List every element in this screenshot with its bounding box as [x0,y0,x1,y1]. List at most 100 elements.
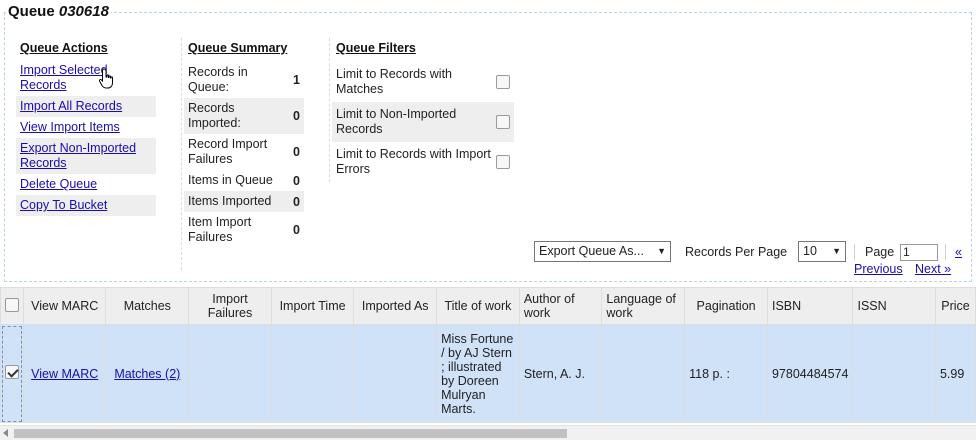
summary-row: Records in Queue: 1 [184,62,304,98]
column-header[interactable]: Author of work [518,287,603,325]
summary-label: Record Import Failures [188,137,268,166]
pagination-cell: 118 p. : [684,324,768,423]
column-header[interactable]: Import Failures [188,287,272,325]
queue-actions-heading: Queue Actions [20,41,108,55]
author-cell: Stern, A. J. [518,324,603,423]
summary-label: Records in Queue: [188,65,248,94]
title-cell: Miss Fortune / by AJ Stern ; illustrated… [436,324,520,423]
chevron-down-icon: ▼ [657,246,666,256]
records-per-page-label: Records Per Page [685,245,788,259]
page-input[interactable]: 1 [900,244,938,261]
summary-row: Items Imported 0 [184,191,304,212]
summary-label: Item Import Failures [188,215,252,244]
queue-title-prefix: Queue [8,3,55,20]
row-select-checkbox[interactable] [4,365,19,379]
summary-value: 0 [293,223,300,237]
summary-label: Items in Queue [188,173,273,187]
select-all-header [0,287,24,325]
column-header[interactable]: Matches [105,287,190,325]
queue-title-id: 030618 [58,3,109,20]
column-header[interactable]: ISSN [852,287,936,325]
filter-label: Limit to Records with Import Errors [336,147,491,176]
page-label: Page [865,245,895,259]
matches-cell: Matches (2) [105,324,190,423]
previous-page-link[interactable]: Previous [854,262,903,276]
column-header[interactable]: Imported As [353,287,438,325]
column-divider [181,38,182,270]
filter-row: Limit to Records with Import Errors [332,142,514,182]
records-table: View MARC Matches Import Failures Import… [0,287,976,423]
column-header[interactable]: View MARC [22,287,107,325]
price-cell: 5.99 [934,324,976,423]
records-per-page-select[interactable]: 10 ▼ [798,241,846,262]
first-page-link[interactable]: « [955,245,962,259]
summary-row: Items in Queue 0 [184,170,304,191]
filter-label: Limit to Records with Matches [336,67,453,96]
column-header[interactable]: Import Time [270,287,355,325]
column-header[interactable]: Language of work [601,287,686,325]
records-per-page-value: 10 [803,244,817,258]
queue-filters-list: Limit to Records with Matches Limit to N… [332,62,514,182]
row-select-cell [0,324,24,423]
copy-to-bucket-link[interactable]: Copy To Bucket [16,195,156,216]
export-non-imported-link[interactable]: Export Non-Imported Records [16,138,156,174]
imported-as-cell [353,324,438,423]
export-queue-select[interactable]: Export Queue As... ▼ [534,241,671,262]
pager-divider [945,244,946,260]
import-failures-cell [188,324,272,423]
filter-non-imported-checkbox[interactable] [496,115,510,129]
view-marc-link[interactable]: View MARC [31,367,98,381]
column-header[interactable]: Title of work [436,287,520,325]
queue-filters-heading: Queue Filters [336,41,416,55]
export-queue-label: Export Queue As... [539,244,644,258]
filter-import-errors-checkbox[interactable] [496,155,510,169]
records-grid: View MARC Matches Import Failures Import… [0,287,976,423]
pager-divider [854,244,855,260]
summary-row: Item Import Failures 0 [184,212,304,248]
summary-row: Records Imported: 0 [184,98,304,134]
summary-row: Record Import Failures 0 [184,134,304,170]
filter-matches-checkbox[interactable] [496,75,510,89]
summary-value: 0 [293,194,300,209]
chevron-down-icon: ▼ [832,246,841,256]
next-page-link[interactable]: Next » [915,262,951,276]
action-row: Import Selected Records [16,60,156,96]
summary-label: Records Imported: [188,101,241,130]
action-row: Delete Queue [16,174,156,195]
action-row: Import All Records [16,96,156,117]
table-row[interactable]: View MARC Matches (2) Miss Fortune / by … [0,324,976,423]
language-cell [601,324,686,423]
summary-label: Items Imported [188,194,272,208]
scrollbar-thumb[interactable] [14,429,567,438]
action-row: Copy To Bucket [16,195,156,216]
summary-value: 0 [293,145,300,159]
matches-link[interactable]: Matches (2) [114,367,180,381]
scroll-left-arrow-icon[interactable] [3,429,8,437]
select-all-checkbox[interactable] [4,297,19,312]
hand-pointer-icon [98,68,113,89]
queue-actions-list: Import Selected Records Import All Recor… [16,60,156,216]
action-row: View Import Items [16,117,156,138]
isbn-cell: 97804484574 [766,324,854,423]
filter-row: Limit to Records with Matches [332,62,514,102]
column-divider [329,38,330,182]
column-header[interactable]: ISBN [766,287,854,325]
import-time-cell [270,324,355,423]
filter-row: Limit to Non-Imported Records [332,102,514,142]
table-header-row: View MARC Matches Import Failures Import… [0,287,976,325]
queue-summary-heading: Queue Summary [188,41,288,55]
page-title: Queue 030618 [6,3,111,20]
filter-label: Limit to Non-Imported Records [336,107,457,136]
horizontal-scrollbar[interactable] [0,425,976,440]
action-row: Export Non-Imported Records [16,138,156,174]
import-all-link[interactable]: Import All Records [16,96,156,117]
issn-cell [852,324,936,423]
column-header[interactable]: Pagination [684,287,768,325]
queue-summary-list: Records in Queue: 1 Records Imported: 0 Re… [184,62,304,248]
summary-value: 0 [293,173,300,188]
column-header[interactable]: Price [934,287,976,325]
view-marc-cell: View MARC [22,324,107,423]
view-import-items-link[interactable]: View Import Items [16,117,156,138]
summary-value: 1 [293,73,300,87]
delete-queue-link[interactable]: Delete Queue [16,174,156,195]
